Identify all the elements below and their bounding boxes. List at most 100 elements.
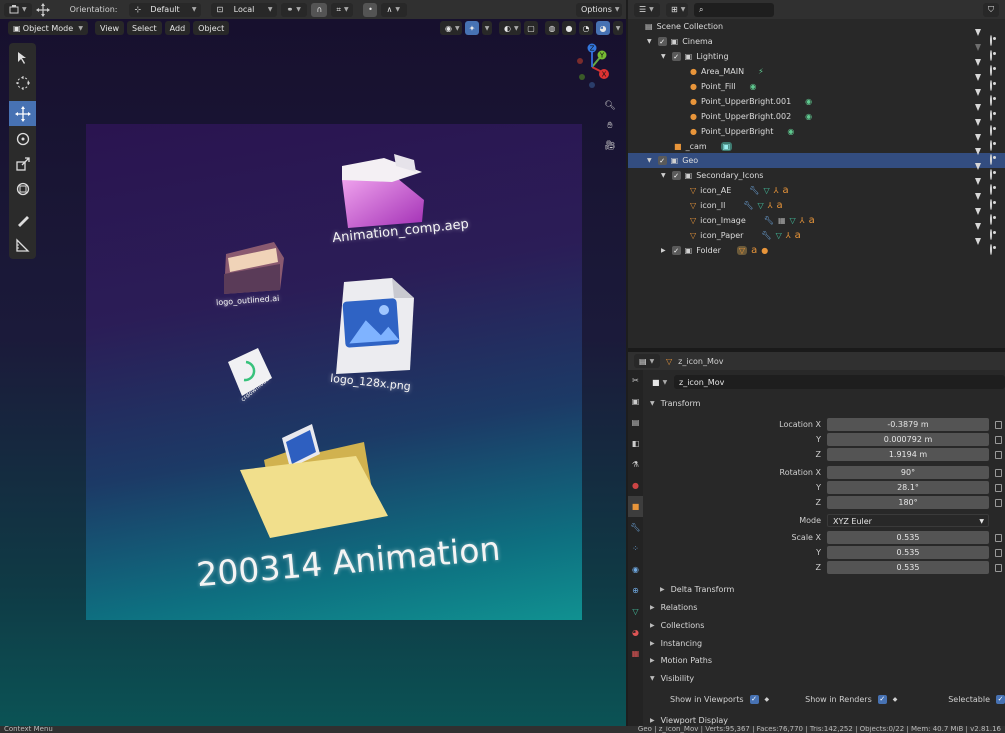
- shading-rendered-button[interactable]: ◕: [596, 21, 610, 35]
- visibility-eye-icon[interactable]: [990, 110, 1000, 121]
- panel-viewport-display-header[interactable]: ▶ Viewport Display: [643, 712, 1005, 726]
- panel-visibility-header[interactable]: ▼ Visibility: [643, 670, 1005, 687]
- location-x-field[interactable]: -0.3879 m: [827, 418, 989, 431]
- location-y-field[interactable]: 0.000792 m: [827, 433, 989, 446]
- include-checkbox[interactable]: ✓: [671, 171, 681, 180]
- tool-annotate[interactable]: [9, 207, 36, 232]
- panel-delta-transform-header[interactable]: ▶ Delta Transform: [643, 581, 1005, 598]
- outliner-row-scene-collection[interactable]: ▤ Scene Collection: [628, 19, 1005, 34]
- tool-cursor[interactable]: [9, 70, 36, 95]
- tab-particles[interactable]: ⁘: [628, 538, 643, 559]
- rotation-z-field[interactable]: 180°: [827, 496, 989, 509]
- outliner-row-geo[interactable]: ▼ ✓ ▣ Geo: [628, 148, 1005, 168]
- xray-toggle-button[interactable]: ▢: [524, 21, 538, 35]
- rotation-x-field[interactable]: 90°: [827, 466, 989, 479]
- lock-icon[interactable]: [995, 499, 1002, 507]
- object-data-select[interactable]: ■ ▼: [649, 375, 671, 389]
- outliner-row-area-main[interactable]: ● Area_MAIN ⚡︎: [628, 59, 1005, 79]
- lock-icon[interactable]: [995, 484, 1002, 492]
- visibility-eye-icon[interactable]: [990, 184, 1000, 195]
- visibility-filter-button[interactable]: ◉ ▼: [440, 21, 462, 35]
- include-checkbox[interactable]: ✓: [671, 246, 681, 255]
- visibility-eye-icon[interactable]: [990, 80, 1000, 91]
- proportional-edit-button[interactable]: •: [363, 2, 378, 17]
- tab-world[interactable]: ●: [628, 475, 643, 496]
- visibility-eye-icon[interactable]: [990, 214, 1000, 225]
- outliner-row-icon-ae[interactable]: ▽ icon_AE 🔧︎ ▽ ⅄ a: [628, 178, 1005, 198]
- rotation-y-field[interactable]: 28.1°: [827, 481, 989, 494]
- panel-transform-header[interactable]: ▼ Transform: [643, 395, 1005, 412]
- tab-texture[interactable]: ▦: [628, 643, 643, 664]
- tab-mesh-data[interactable]: ▽: [628, 601, 643, 622]
- expand-icon[interactable]: ▼: [647, 38, 652, 45]
- outliner-row-icon-image[interactable]: ▽ icon_Image 🔧︎ ▦ ▽ ⅄ a: [628, 208, 1005, 228]
- shading-solid-button[interactable]: ●: [562, 21, 576, 35]
- panel-collections-header[interactable]: ▶ Collections: [643, 617, 1005, 634]
- tab-modifiers[interactable]: 🔧︎: [628, 517, 643, 538]
- lock-icon[interactable]: [995, 534, 1002, 542]
- outliner-filter-button[interactable]: ⛉: [983, 2, 999, 17]
- pivot-select[interactable]: ⊡ Local ▼: [211, 2, 278, 17]
- tab-material[interactable]: ◕: [628, 622, 643, 643]
- select-pointer-icon[interactable]: [975, 238, 985, 255]
- outliner-editor-type[interactable]: ☰ ▼: [634, 2, 660, 17]
- rotation-mode-select[interactable]: XYZ Euler ▼: [827, 514, 989, 527]
- outliner-row-icon-il[interactable]: ▽ icon_Il 🔧︎ ▽ ⅄ a: [628, 193, 1005, 213]
- tool-select-box[interactable]: [9, 45, 36, 70]
- visibility-eye-icon[interactable]: [990, 95, 1000, 106]
- visibility-eye-icon[interactable]: [990, 244, 1000, 255]
- panel-relations-header[interactable]: ▶ Relations: [643, 599, 1005, 616]
- show-viewports-checkbox[interactable]: ✓: [749, 694, 759, 704]
- outliner-row-point-upperbright-002[interactable]: ● Point_UpperBright.002 ◉: [628, 104, 1005, 124]
- display-mode-select[interactable]: ⊞ ▼: [666, 2, 688, 17]
- shading-material-button[interactable]: ◔: [579, 21, 593, 35]
- lock-icon[interactable]: [995, 451, 1002, 459]
- tab-output[interactable]: ▤: [628, 412, 643, 433]
- tab-view-layer[interactable]: ◧: [628, 433, 643, 454]
- visibility-eye-icon[interactable]: [990, 229, 1000, 240]
- outliner-row-secondary-icons[interactable]: ▼ ✓ ▣ Secondary_Icons: [628, 163, 1005, 183]
- tool-move[interactable]: [9, 101, 36, 126]
- zoom-icon[interactable]: 🔍︎: [603, 99, 617, 113]
- navigation-gizmo[interactable]: X Y Z: [566, 41, 618, 93]
- tool-rotate[interactable]: [9, 126, 36, 151]
- expand-icon[interactable]: ▼: [647, 157, 652, 164]
- hand-pan-icon[interactable]: ✋︎: [603, 119, 617, 133]
- snap-target-button[interactable]: ⌗ ▼: [331, 2, 354, 17]
- shading-wireframe-button[interactable]: ◍: [545, 21, 559, 35]
- panel-motion-paths-header[interactable]: ▶ Motion Paths: [643, 652, 1005, 669]
- menu-object[interactable]: Object: [193, 21, 230, 35]
- scale-y-field[interactable]: 0.535: [827, 546, 989, 559]
- expand-collapsed-icon[interactable]: ▶: [661, 247, 666, 254]
- object-name-field[interactable]: z_icon_Mov: [674, 375, 1005, 389]
- editor-type-button[interactable]: ▼: [4, 2, 32, 17]
- orientation-select[interactable]: ⊹ Default ▼: [129, 2, 202, 17]
- lock-icon[interactable]: [995, 469, 1002, 477]
- show-renders-checkbox[interactable]: ✓: [877, 694, 887, 704]
- 3d-viewport[interactable]: ▣ Object Mode ▼ View Select Add Object ◉ ▼ …: [0, 19, 626, 726]
- menu-view[interactable]: View: [95, 21, 124, 35]
- lock-icon[interactable]: [995, 436, 1002, 444]
- gizmo-dropdown[interactable]: ▼: [482, 21, 492, 35]
- visibility-eye-icon[interactable]: [990, 169, 1000, 180]
- outliner-row-cam[interactable]: ■ _cam ▣: [628, 134, 1005, 154]
- location-z-field[interactable]: 1.9194 m: [827, 448, 989, 461]
- tool-measure[interactable]: [9, 232, 36, 257]
- menu-add[interactable]: Add: [164, 21, 191, 35]
- panel-instancing-header[interactable]: ▶ Instancing: [643, 635, 1005, 652]
- visibility-eye-icon[interactable]: [990, 154, 1000, 165]
- outliner-row-point-upperbright-001[interactable]: ● Point_UpperBright.001 ◉: [628, 89, 1005, 109]
- snap-toggle-button[interactable]: ∩: [311, 2, 328, 17]
- tab-tool[interactable]: ✂︎: [628, 370, 643, 391]
- visibility-eye-icon[interactable]: [990, 125, 1000, 136]
- visibility-eye-icon[interactable]: [990, 199, 1000, 210]
- include-checkbox[interactable]: ✓: [657, 37, 667, 46]
- tab-render[interactable]: ▣: [628, 391, 643, 412]
- visibility-eye-icon[interactable]: [990, 50, 1000, 61]
- tool-scale[interactable]: [9, 151, 36, 176]
- visibility-eye-icon[interactable]: [990, 35, 1000, 46]
- visibility-eye-icon[interactable]: [990, 65, 1000, 76]
- outliner-search-field[interactable]: ⌕: [694, 2, 774, 17]
- tab-scene[interactable]: ⚗︎: [628, 454, 643, 475]
- include-checkbox[interactable]: ✓: [671, 52, 681, 61]
